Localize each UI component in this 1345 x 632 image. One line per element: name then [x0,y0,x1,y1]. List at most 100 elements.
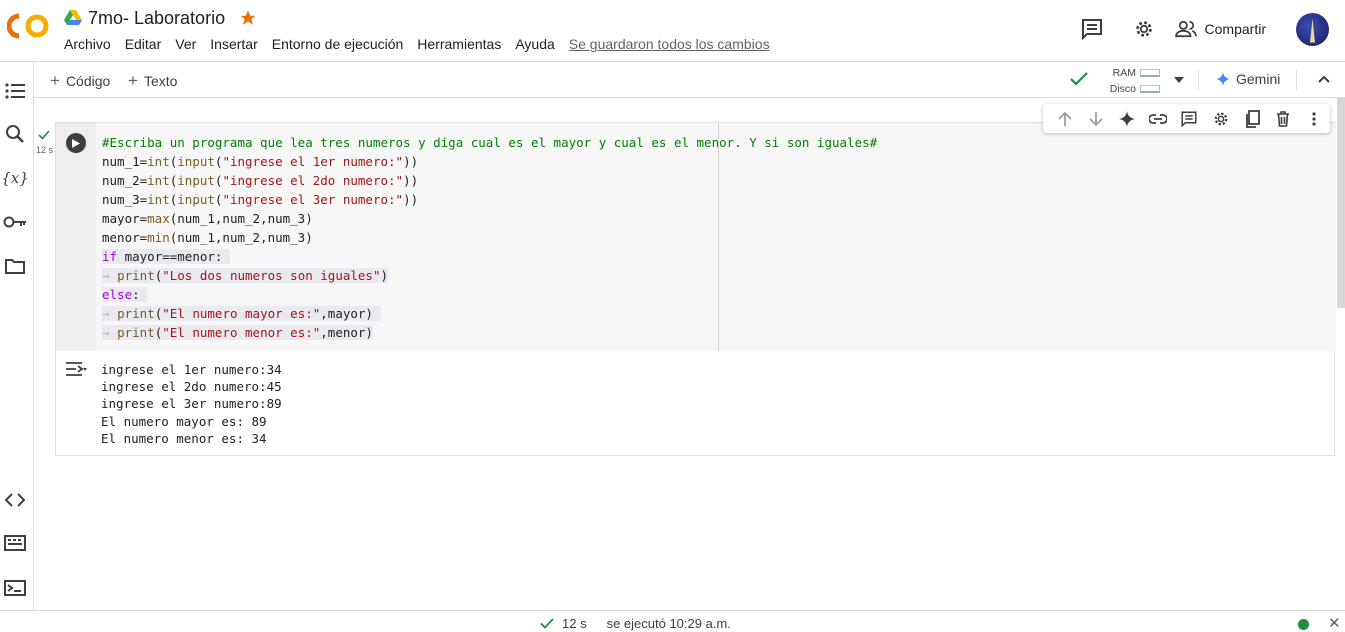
output-line: ingrese el 3er numero:89 [101,396,282,412]
variables-icon[interactable]: {x} [1,166,29,190]
status-duration: 12 s [562,616,587,631]
comment-icon [1081,19,1102,41]
share-label: Compartir [1204,21,1266,37]
menu-archivo[interactable]: Archivo [64,36,111,52]
arrow-up-icon [1057,111,1072,126]
search-icon[interactable] [3,122,27,146]
delete-cell-button[interactable] [1268,104,1299,133]
header-actions: Compartir [1057,12,1329,46]
code-line: → print("Los dos numeros son iguales") [102,268,389,283]
code-editor[interactable]: #Escriba un programa que lea tres numero… [56,123,1336,351]
menu-insertar[interactable]: Insertar [210,36,257,52]
code-line: #Escriba un programa que lea tres numero… [102,135,878,150]
title-row: 7mo- Laboratorio [64,6,257,30]
gear-icon [1214,112,1228,125]
drive-icon[interactable] [64,10,82,26]
gemini-label: Gemini [1236,71,1281,87]
code-line: if mayor==menor: [102,249,230,264]
status-bar: 12 s se ejecutó 10:29 a.m. ✕ [0,610,1345,632]
comment-cell-button[interactable] [1174,104,1205,133]
code-line: num_1=int(input("ingrese el 1er numero:"… [102,154,419,169]
notebook-toolbar: + Código + Texto RAM Disco Gemini [34,62,1345,98]
code-cell[interactable]: #Escriba un programa que lea tres numero… [55,122,1336,456]
runtime-dropdown-icon[interactable] [1174,77,1184,83]
disk-label: Disco [1109,83,1136,95]
share-button[interactable]: Compartir [1174,20,1266,38]
code-line: num_3=int(input("ingrese el 3er numero:"… [102,192,419,207]
add-code-button[interactable]: + Código [50,71,110,91]
connection-status-dot [1298,619,1309,630]
cell-gutter [56,123,96,351]
scrollbar[interactable] [1337,98,1345,308]
comment-icon [1181,111,1197,128]
code-line: → print("El numero mayor es:",mayor) [102,306,381,321]
ram-label: RAM [1112,67,1136,79]
add-text-button[interactable]: + Texto [128,71,177,91]
output-line: ingrese el 1er numero:34 [101,362,282,377]
check-icon [540,618,554,629]
move-down-button[interactable] [1080,104,1111,133]
collapse-header-icon[interactable] [1318,75,1330,83]
toolbar-divider [1296,70,1297,90]
menu-editar[interactable]: Editar [125,36,162,52]
people-icon [1174,20,1197,38]
code-snippets-icon[interactable] [3,488,27,512]
menu-herramientas[interactable]: Herramientas [417,36,501,52]
more-vert-icon [1312,111,1316,126]
gemini-spark-icon [1216,72,1230,86]
close-status-icon[interactable]: ✕ [1328,614,1341,632]
menu-bar: Archivo Editar Ver Insertar Entorno de e… [64,36,784,52]
code-line: mayor=max(num_1,num_2,num_3) [102,211,313,226]
colab-logo[interactable] [7,10,51,42]
connected-check-icon[interactable] [1070,72,1088,86]
resources-indicator[interactable]: RAM Disco [1100,65,1160,97]
add-code-label: Código [65,73,111,89]
command-palette-icon[interactable] [3,531,27,555]
terminal-icon[interactable] [3,576,27,600]
execution-status[interactable]: 12 s se ejecutó 10:29 a.m. [540,616,731,631]
mirror-cell-button[interactable] [1236,104,1267,133]
cell-settings-button[interactable] [1205,104,1236,133]
code-line: menor=min(num_1,num_2,num_3) [102,230,313,245]
menu-ver[interactable]: Ver [175,36,196,52]
toolbar-divider [1198,70,1199,90]
more-options-button[interactable] [1299,104,1330,133]
gemini-cell-button[interactable] [1111,104,1142,133]
output-actions-icon[interactable] [64,360,88,380]
folder-icon[interactable] [3,254,27,278]
menu-entorno[interactable]: Entorno de ejecución [272,36,404,52]
code-line: else: [102,287,148,302]
arrow-down-icon [1089,111,1103,126]
code-content[interactable]: #Escriba un programa que lea tres numero… [102,133,877,342]
add-text-label: Texto [143,73,178,89]
avatar[interactable] [1296,12,1329,46]
key-icon[interactable] [3,210,27,234]
execution-time: 12 s [36,145,54,155]
output-line: El numero mayor es: 89 [101,413,267,429]
execution-check-icon [38,130,50,140]
play-icon [72,138,80,148]
spark-icon [1119,110,1136,127]
move-up-button[interactable] [1049,104,1080,133]
code-line: num_2=int(input("ingrese el 2do numero:"… [102,173,419,188]
gear-icon [1135,21,1152,37]
left-sidebar: {x} [0,62,34,610]
comments-button[interactable] [1075,12,1109,46]
cell-output: ingrese el 1er numero:34 ingrese el 2do n… [101,361,282,447]
menu-ayuda[interactable]: Ayuda [515,36,554,52]
star-icon[interactable] [239,9,257,27]
cell-toolbar [1043,104,1330,133]
output-line: ingrese el 2do numero:45 [101,379,282,395]
saved-status-link[interactable]: Se guardaron todos los cambios [569,36,770,52]
gemini-button[interactable]: Gemini [1216,71,1280,87]
settings-button[interactable] [1127,12,1161,46]
code-line: → print("El numero menor es:",menor) [102,325,373,340]
toc-icon[interactable] [3,79,27,103]
mirror-icon [1246,109,1260,128]
notebook-title[interactable]: 7mo- Laboratorio [88,8,225,29]
run-cell-button[interactable] [66,133,86,153]
status-executed: se ejecutó 10:29 a.m. [606,616,731,631]
app-header: 7mo- Laboratorio Archivo Editar Ver Inse… [0,0,1345,62]
output-line: El numero menor es: 34 [101,430,267,446]
link-cell-button[interactable] [1143,104,1174,133]
